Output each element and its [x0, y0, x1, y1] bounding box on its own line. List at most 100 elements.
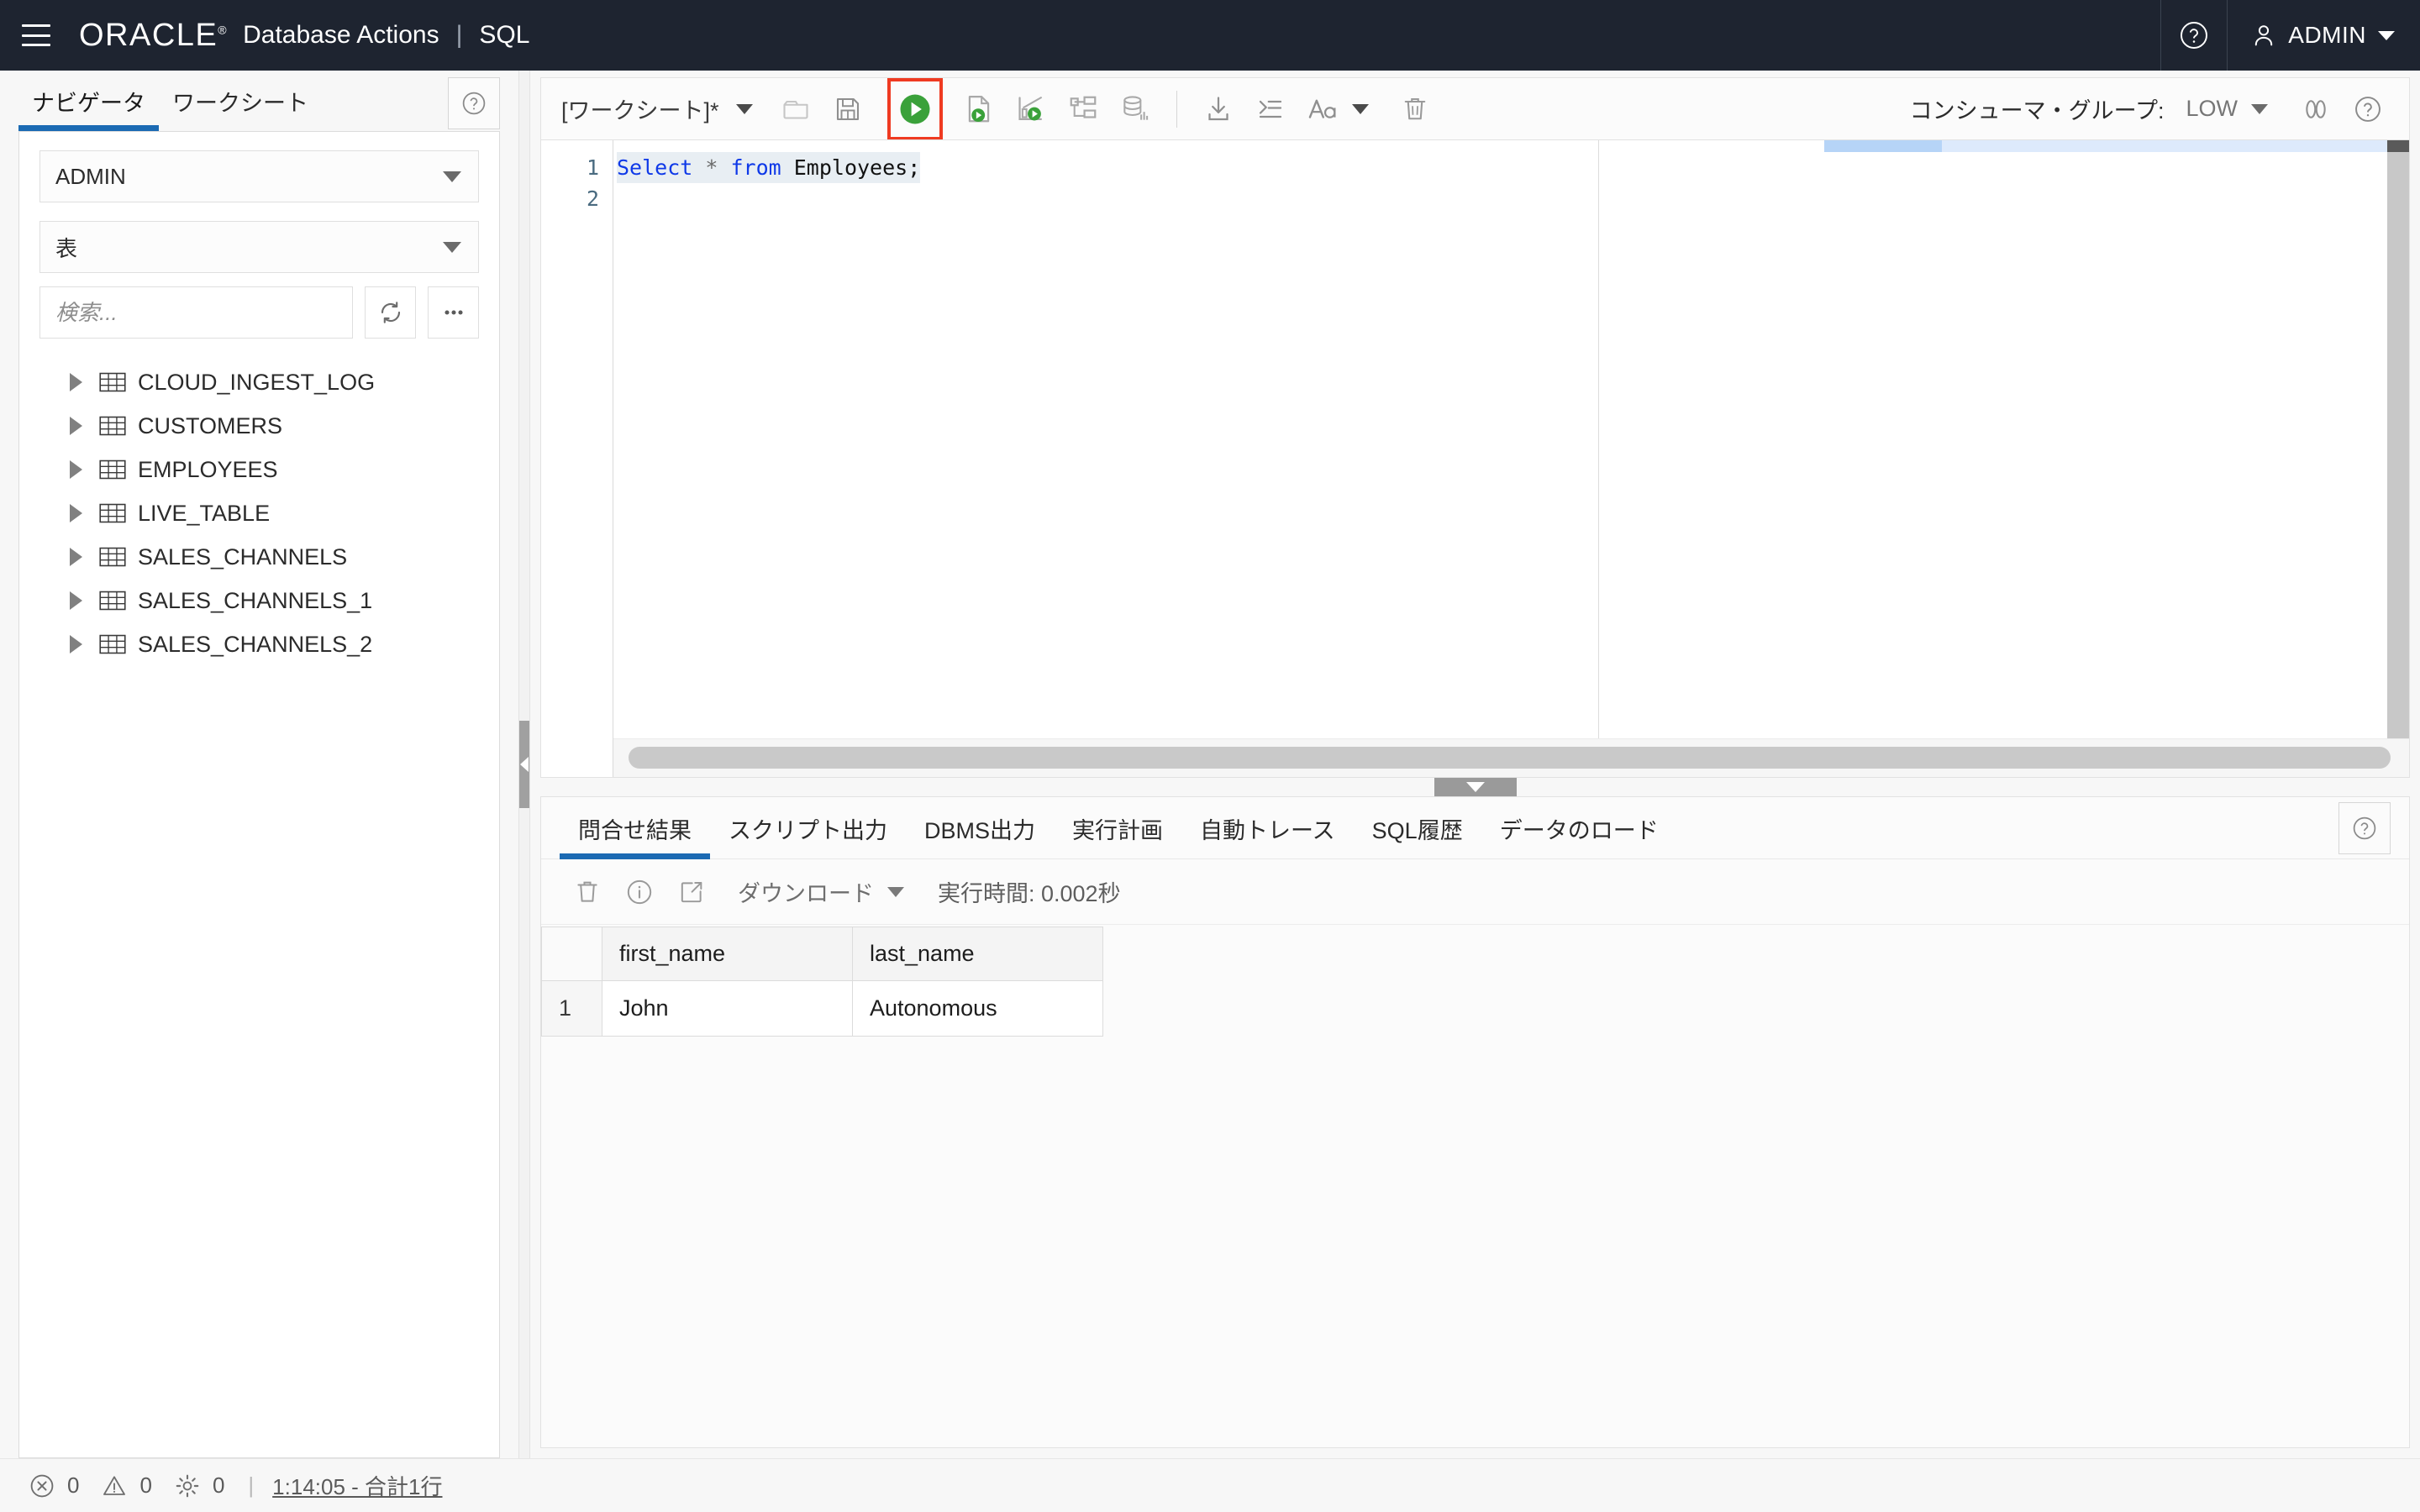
results-info-button[interactable] [613, 866, 666, 918]
product-name: Database Actions [243, 21, 439, 49]
worksheet-tab-name[interactable]: [ワークシート]* [561, 92, 719, 125]
expand-arrow-icon[interactable] [70, 591, 82, 610]
user-menu[interactable]: ADMIN [2228, 0, 2420, 71]
table-icon [99, 634, 126, 654]
sql-tuning-advisor-button[interactable] [1109, 83, 1161, 135]
editor-vertical-scrollbar[interactable] [2387, 140, 2409, 777]
status-errors[interactable]: 0 [29, 1473, 79, 1499]
tab-data-load[interactable]: データのロード [1481, 812, 1677, 858]
search-input[interactable] [39, 286, 353, 339]
expand-arrow-icon[interactable] [70, 460, 82, 479]
status-warning-count: 0 [139, 1473, 152, 1498]
clear-results-button[interactable] [561, 866, 613, 918]
run-script-button[interactable] [953, 83, 1005, 135]
collapse-editor-handle[interactable] [1434, 778, 1517, 796]
font-size-caret-icon[interactable] [1351, 103, 1369, 114]
schema-select[interactable]: ADMIN [39, 150, 479, 202]
autotrace-icon [1070, 96, 1096, 118]
tab-sql-history[interactable]: SQL履歴 [1354, 812, 1481, 858]
column-header-first-name[interactable]: first_name [602, 927, 853, 981]
list-item[interactable]: SALES_CHANNELS [70, 535, 499, 579]
tab-navigator[interactable]: ナビゲータ [18, 85, 159, 131]
list-item[interactable]: SALES_CHANNELS_2 [70, 622, 499, 666]
clear-worksheet-button[interactable] [1389, 83, 1441, 135]
list-item-label: CUSTOMERS [138, 412, 283, 438]
autotrace-button[interactable] [1057, 83, 1109, 135]
sql-operator-star: * [692, 155, 731, 180]
results-grid-container[interactable]: first_name last_name 1 John Autonomous [541, 925, 2409, 1447]
results-help-button[interactable] [2338, 802, 2391, 854]
status-settings[interactable]: 0 [174, 1473, 224, 1499]
expand-arrow-icon[interactable] [70, 504, 82, 522]
object-type-select[interactable]: 表 [39, 221, 479, 273]
list-item[interactable]: LIVE_TABLE [70, 491, 499, 535]
list-item[interactable]: CUSTOMERS [70, 404, 499, 448]
refresh-button[interactable] [365, 286, 416, 339]
trash-icon [1404, 97, 1425, 119]
column-header-rownum[interactable] [541, 927, 602, 981]
font-size-button[interactable] [1297, 83, 1349, 135]
collapse-left-panel-handle[interactable] [519, 721, 529, 808]
list-item[interactable]: SALES_CHANNELS_1 [70, 579, 499, 622]
navigator-help-button[interactable] [448, 77, 500, 129]
caret-down-icon[interactable] [735, 103, 753, 114]
editor-minimap[interactable] [1824, 140, 2387, 152]
download-results-label[interactable]: ダウンロード [738, 875, 874, 908]
open-file-button[interactable] [770, 83, 822, 135]
list-item[interactable]: EMPLOYEES [70, 448, 499, 491]
expand-arrow-icon[interactable] [70, 635, 82, 654]
tab-query-result[interactable]: 問合せ結果 [560, 812, 710, 859]
consumer-group-value[interactable]: LOW [2186, 96, 2238, 122]
table-row[interactable]: 1 John Autonomous [541, 980, 1103, 1037]
download-button[interactable] [1192, 83, 1244, 135]
expand-arrow-icon[interactable] [70, 417, 82, 435]
caret-down-icon[interactable] [887, 886, 904, 897]
line-number: 1 [586, 155, 599, 180]
results-tabs: 問合せ結果 スクリプト出力 DBMS出力 実行計画 自動トレース SQL履歴 デ… [541, 797, 2409, 859]
header-help-button[interactable] [2161, 0, 2227, 71]
editor-results-splitter[interactable] [540, 778, 2410, 796]
download-icon [1207, 96, 1228, 120]
tab-dbms-output[interactable]: DBMS出力 [906, 812, 1054, 858]
worksheet-help-button[interactable] [2342, 83, 2394, 135]
editor-scroll-thumb[interactable] [2387, 140, 2409, 152]
execution-time-label: 実行時間: 0.002秒 [938, 881, 1121, 906]
cell-first-name[interactable]: John [602, 980, 853, 1037]
run-statement-button[interactable] [889, 83, 941, 135]
find-button[interactable] [2290, 83, 2342, 135]
run-statement-icon [900, 94, 930, 123]
editor-code-area[interactable]: Select * from Employees; [613, 140, 2409, 777]
format-sql-button[interactable] [1244, 83, 1297, 135]
save-button[interactable] [822, 83, 874, 135]
header-right-group: ADMIN [2160, 0, 2420, 71]
list-item[interactable]: CLOUD_INGEST_LOG [70, 360, 499, 404]
sql-identifier-table: Employees; [781, 155, 921, 180]
expand-arrow-icon[interactable] [70, 373, 82, 391]
warning-triangle-icon [103, 1475, 126, 1495]
status-text[interactable]: 1:14:05 - 合計1行 [272, 1470, 442, 1501]
sql-editor[interactable]: 1 2 Select * from Employees; [540, 139, 2410, 778]
oracle-wordmark: ORACLE [79, 17, 218, 53]
navigator-body: ADMIN 表 検索... CLOUD_INGEST_LOG CUSTOMERS… [18, 131, 500, 1458]
more-options-button[interactable] [428, 286, 479, 339]
table-icon [99, 503, 126, 523]
explain-plan-button[interactable] [1005, 83, 1057, 135]
line-number: 2 [586, 186, 599, 211]
main-area: ナビゲータ ワークシート ADMIN 表 検索... CLOUD_INGEST_… [0, 71, 2420, 1458]
open-results-in-new-tab-button[interactable] [666, 866, 718, 918]
hamburger-menu-icon[interactable] [22, 24, 50, 46]
cell-last-name[interactable]: Autonomous [852, 980, 1103, 1037]
tab-explain-plan[interactable]: 実行計画 [1054, 812, 1181, 858]
tab-script-output[interactable]: スクリプト出力 [710, 812, 906, 858]
caret-down-icon[interactable] [2251, 103, 2268, 114]
editor-scroll-track[interactable] [2387, 152, 2409, 777]
tab-worksheet[interactable]: ワークシート [159, 85, 322, 131]
tab-autotrace[interactable]: 自動トレース [1181, 812, 1354, 858]
status-warnings[interactable]: 0 [101, 1473, 152, 1499]
left-panel-splitter[interactable] [518, 71, 530, 1458]
user-name-label: ADMIN [2288, 22, 2366, 48]
expand-arrow-icon[interactable] [70, 548, 82, 566]
refresh-icon [381, 302, 400, 323]
column-header-last-name[interactable]: last_name [852, 927, 1103, 981]
editor-horizontal-scroll-thumb[interactable] [629, 747, 2391, 769]
